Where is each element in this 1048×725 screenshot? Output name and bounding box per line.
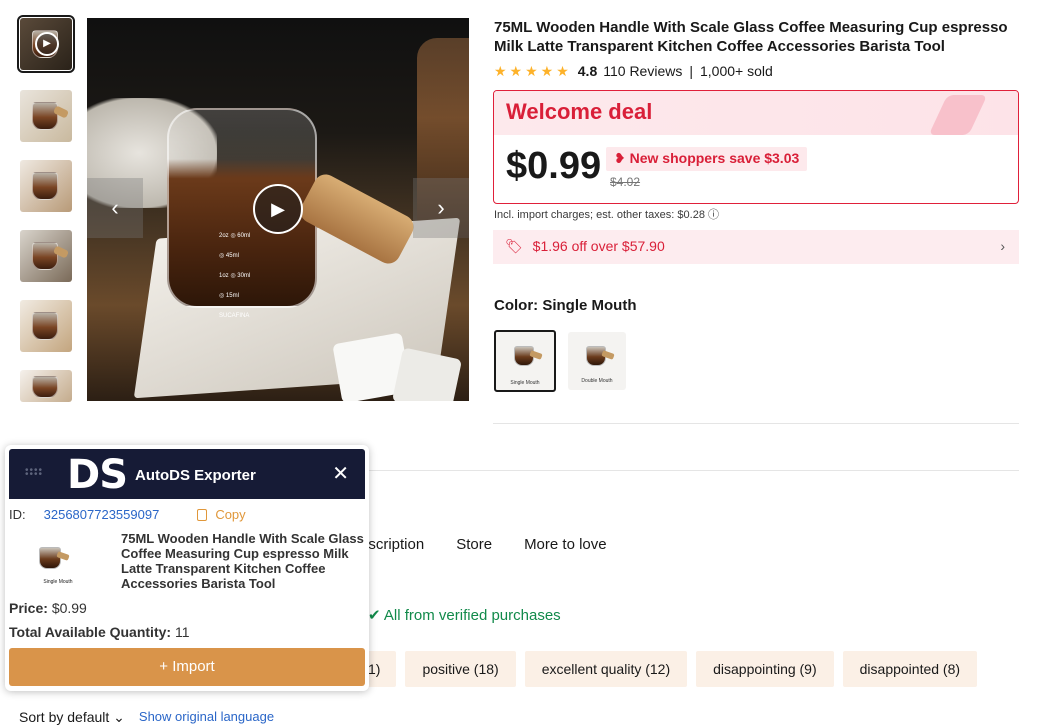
- coupon-label: $1.96 off over $57.90: [532, 238, 665, 254]
- panel-product-title: 75ML Wooden Handle With Scale Glass Coff…: [121, 531, 364, 591]
- cup-image: [32, 172, 58, 200]
- panel-price: Price: $0.99: [9, 600, 87, 616]
- sort-row: Sort by default ⌄ Show original language: [19, 709, 274, 725]
- review-filter-chips: 1) positive (18) excellent quality (12) …: [360, 651, 978, 687]
- sort-label: Sort by default: [19, 709, 110, 725]
- cup-image: [32, 242, 58, 270]
- divider: [493, 423, 1019, 424]
- show-original-language-link[interactable]: Show original language: [139, 709, 274, 725]
- autods-exporter-panel: •••• •••• DS AutoDS Exporter ✕ ID: 325680…: [5, 445, 369, 691]
- id-row: ID: 3256807723559097 Copy: [9, 507, 246, 522]
- filter-chip-excellent-quality[interactable]: excellent quality (12): [524, 651, 688, 687]
- autods-logo: DS: [67, 452, 128, 498]
- save-badge: ❥ New shoppers save $3.03: [606, 147, 808, 171]
- thumbnail-3[interactable]: [20, 160, 72, 212]
- qty-label: Total Available Quantity:: [9, 624, 172, 640]
- scale-mark: ◎ 15ml: [219, 293, 239, 299]
- cup-image: [32, 102, 58, 130]
- cup-image: [39, 547, 61, 569]
- copy-button[interactable]: Copy: [197, 507, 246, 522]
- panel-title: AutoDS Exporter: [135, 467, 256, 484]
- divider: |: [689, 63, 693, 79]
- verified-note: ✔ All from verified purchases: [368, 606, 561, 624]
- filter-chip-disappointed[interactable]: disappointed (8): [842, 651, 978, 687]
- product-thumbnail: Single Mouth: [33, 541, 79, 587]
- close-icon[interactable]: ✕: [332, 461, 349, 486]
- tab-more-to-love[interactable]: More to love: [524, 536, 607, 553]
- deal-header: Welcome deal: [494, 91, 1018, 135]
- import-button[interactable]: + Import: [9, 648, 365, 686]
- price-label: Price:: [9, 600, 48, 616]
- drag-handle-icon[interactable]: •••• ••••: [25, 466, 43, 480]
- thumbnail-5[interactable]: [20, 300, 72, 352]
- coupon-banner[interactable]: 🏷 $1.96 off over $57.90 ›: [493, 230, 1019, 264]
- thumbnail-6[interactable]: [20, 370, 72, 402]
- swatch-double-mouth[interactable]: Double Mouth: [568, 332, 626, 390]
- tab-description[interactable]: escription: [360, 536, 424, 553]
- rating-stars-icon: ★★★★★: [494, 62, 572, 79]
- scale-markings: 2oz ◎ 60ml ◎ 45ml 1oz ◎ 30ml ◎ 15ml SUCA…: [219, 226, 250, 326]
- welcome-deal-box: Welcome deal $0.99 ❥ New shoppers save $…: [493, 90, 1019, 204]
- thumbnail-video[interactable]: ▶: [17, 15, 75, 73]
- main-product-image[interactable]: 2oz ◎ 60ml ◎ 45ml 1oz ◎ 30ml ◎ 15ml SUCA…: [87, 18, 469, 401]
- sort-dropdown[interactable]: Sort by default ⌄: [19, 709, 125, 725]
- verified-label: All from verified purchases: [383, 607, 561, 624]
- play-icon: ▶: [35, 32, 59, 56]
- scale-mark: 1oz ◎ 30ml: [219, 273, 251, 279]
- color-label: Color: Single Mouth: [494, 297, 637, 314]
- cup-image: [32, 312, 58, 340]
- coupon-tag-icon: 🏷: [505, 238, 523, 254]
- scale-mark: ◎ 45ml: [219, 253, 239, 259]
- check-icon: ✔: [368, 607, 381, 624]
- price-value: $0.99: [51, 600, 87, 616]
- deal-decoration-icon: [928, 95, 988, 135]
- tab-store[interactable]: Store: [456, 536, 492, 553]
- original-price: $4.02: [610, 175, 641, 189]
- scale-mark: 2oz ◎ 60ml: [219, 233, 251, 239]
- id-label: ID:: [9, 507, 26, 522]
- next-image-button[interactable]: ›: [413, 178, 469, 238]
- thumb-caption: Single Mouth: [43, 579, 73, 585]
- swatch-single-mouth[interactable]: Single Mouth: [494, 330, 556, 392]
- filter-chip-disappointing[interactable]: disappointing (9): [696, 651, 834, 687]
- tag-icon: ❥: [614, 150, 626, 166]
- section-tabs: escription Store More to love: [360, 536, 639, 553]
- divider: [360, 470, 1019, 471]
- cup-image: [32, 376, 58, 398]
- chevron-down-icon: ⌄: [113, 709, 125, 725]
- rating-value: 4.8: [577, 63, 598, 79]
- tax-note: Incl. import charges; est. other taxes: …: [494, 209, 719, 221]
- copy-icon: [197, 508, 208, 521]
- filter-chip-positive[interactable]: positive (18): [405, 651, 516, 687]
- swatch-caption: Double Mouth: [581, 378, 613, 384]
- scale-mark: SUCAFINA: [219, 313, 250, 319]
- thumbnail-2[interactable]: [20, 90, 72, 142]
- product-title: 75ML Wooden Handle With Scale Glass Coff…: [494, 19, 1008, 55]
- chevron-right-icon: ›: [1000, 238, 1005, 254]
- id-value: 3256807723559097: [43, 507, 160, 522]
- sugar-cube-image: [391, 347, 463, 401]
- play-video-button[interactable]: ▶: [253, 184, 303, 234]
- reviews-link[interactable]: 110 Reviews: [603, 63, 682, 79]
- panel-quantity: Total Available Quantity: 11: [9, 624, 190, 640]
- price: $0.99: [506, 145, 602, 187]
- prev-image-button[interactable]: ‹: [87, 178, 143, 238]
- copy-label: Copy: [215, 507, 246, 522]
- swatch-caption: Single Mouth: [510, 380, 540, 386]
- qty-value: 11: [174, 624, 190, 640]
- panel-header[interactable]: •••• •••• DS AutoDS Exporter ✕: [9, 449, 365, 499]
- sold-count: 1,000+ sold: [700, 63, 773, 79]
- thumbnail-4[interactable]: [20, 230, 72, 282]
- save-badge-label: New shoppers save $3.03: [629, 150, 800, 166]
- deal-label: Welcome deal: [506, 99, 653, 124]
- rating-row: ★★★★★ 4.8 110 Reviews | 1,000+ sold: [494, 62, 773, 80]
